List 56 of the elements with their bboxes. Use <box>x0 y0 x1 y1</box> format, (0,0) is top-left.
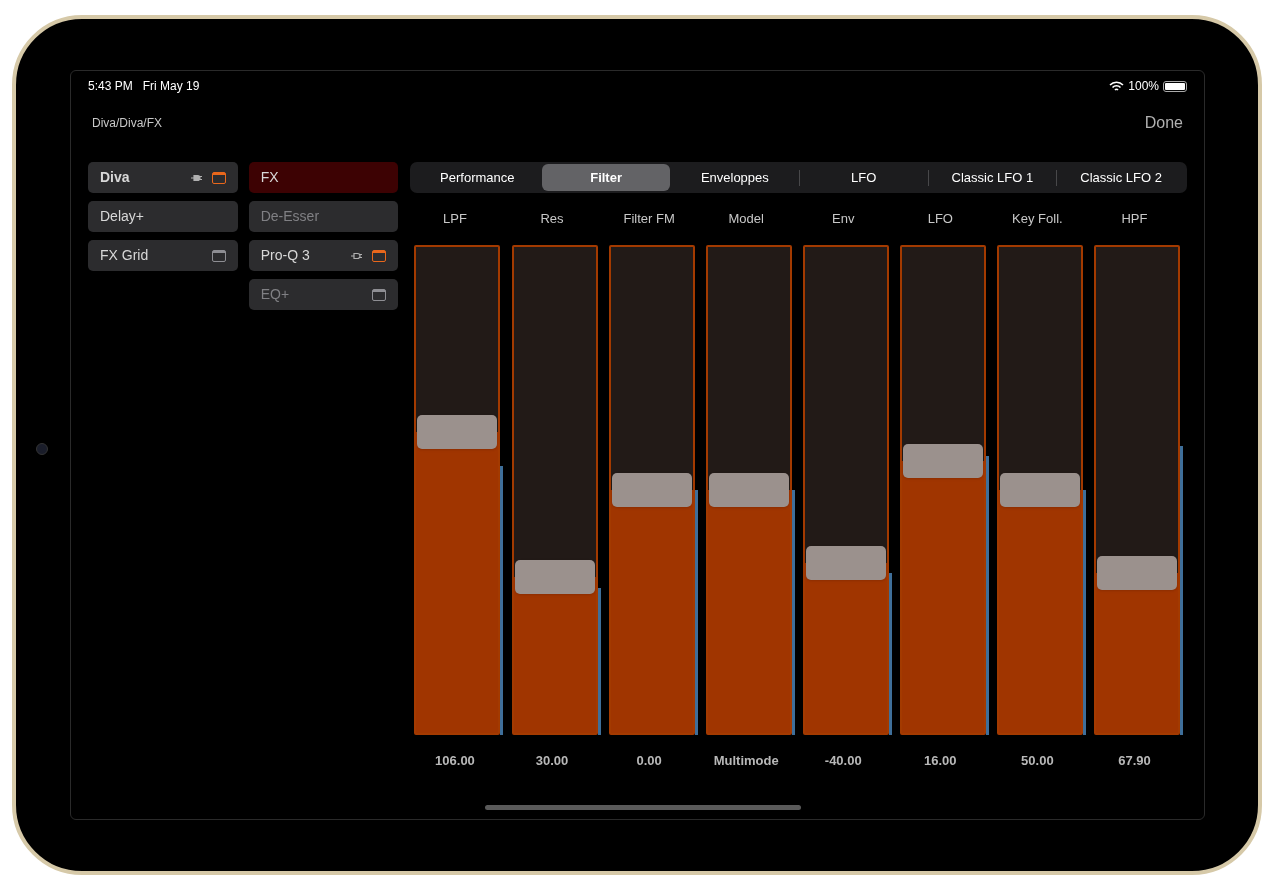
fader-thumb[interactable] <box>514 560 595 595</box>
fader-value: 50.00 <box>1021 752 1055 771</box>
fader-track[interactable] <box>996 245 1083 735</box>
fader-value: 106.00 <box>435 752 476 771</box>
done-button[interactable]: Done <box>1144 111 1183 135</box>
fader-track[interactable] <box>802 245 889 735</box>
fader-track[interactable] <box>608 245 695 735</box>
fader-value: 30.00 <box>535 752 570 771</box>
status-date: Fri May 19 <box>142 78 200 95</box>
fader-label: Model <box>728 210 765 229</box>
fader-thumb[interactable] <box>902 443 983 478</box>
wifi-icon <box>1109 80 1125 92</box>
fader-track[interactable] <box>414 245 501 735</box>
fader-label: Env <box>832 210 856 229</box>
fader-label: LPF <box>443 210 468 229</box>
fader-label: Key Foll. <box>1012 210 1064 229</box>
fader-track[interactable] <box>705 245 792 735</box>
fader-track[interactable] <box>511 245 598 735</box>
segment-tab[interactable]: Enveloppes <box>670 164 799 191</box>
window-icon[interactable] <box>211 171 226 184</box>
fader-thumb[interactable] <box>417 414 498 449</box>
segment-tab[interactable]: Classic LFO 2 <box>1057 164 1186 191</box>
fader-label: Res <box>540 210 565 229</box>
breadcrumb-path: Diva/Diva/FX <box>92 115 162 132</box>
battery-icon <box>1163 80 1187 92</box>
fader-value: 16.00 <box>924 752 958 771</box>
chain-item[interactable]: Diva <box>88 162 238 193</box>
window-icon[interactable] <box>372 249 387 262</box>
fader-thumb[interactable] <box>999 473 1080 507</box>
plug-icon[interactable] <box>351 251 363 260</box>
battery-percent: 100% <box>1128 78 1159 95</box>
chain-item[interactable]: FX Grid <box>88 240 238 271</box>
fader-value: Multimode <box>713 752 780 771</box>
fader-thumb[interactable] <box>611 473 692 507</box>
effect-item[interactable]: Pro-Q 3 <box>248 240 399 271</box>
fader-value: -40.00 <box>824 752 863 771</box>
window-icon[interactable] <box>211 249 226 262</box>
segment-tab[interactable]: Classic LFO 1 <box>928 164 1057 191</box>
segment-tab[interactable]: Performance <box>413 164 542 191</box>
fader-value: 67.90 <box>1118 752 1152 771</box>
plug-icon[interactable] <box>190 173 202 182</box>
fader-value: 0.00 <box>636 752 663 771</box>
fader-label: HPF <box>1121 210 1149 229</box>
segment-tab[interactable]: LFO <box>799 164 928 191</box>
effect-item[interactable]: FX <box>248 162 399 193</box>
fader-thumb[interactable] <box>805 545 886 580</box>
fader-track[interactable] <box>1093 245 1180 735</box>
segment-tab[interactable]: Filter <box>542 164 670 191</box>
status-time: 5:43 PM <box>88 78 133 95</box>
camera-icon <box>36 443 48 455</box>
fader-label: Filter FM <box>623 210 676 229</box>
fader-thumb[interactable] <box>708 473 789 507</box>
fader-label: LFO <box>927 210 954 229</box>
fader-track[interactable] <box>899 245 986 735</box>
fader-thumb[interactable] <box>1096 555 1177 590</box>
chain-item[interactable]: Delay+ <box>88 201 238 232</box>
